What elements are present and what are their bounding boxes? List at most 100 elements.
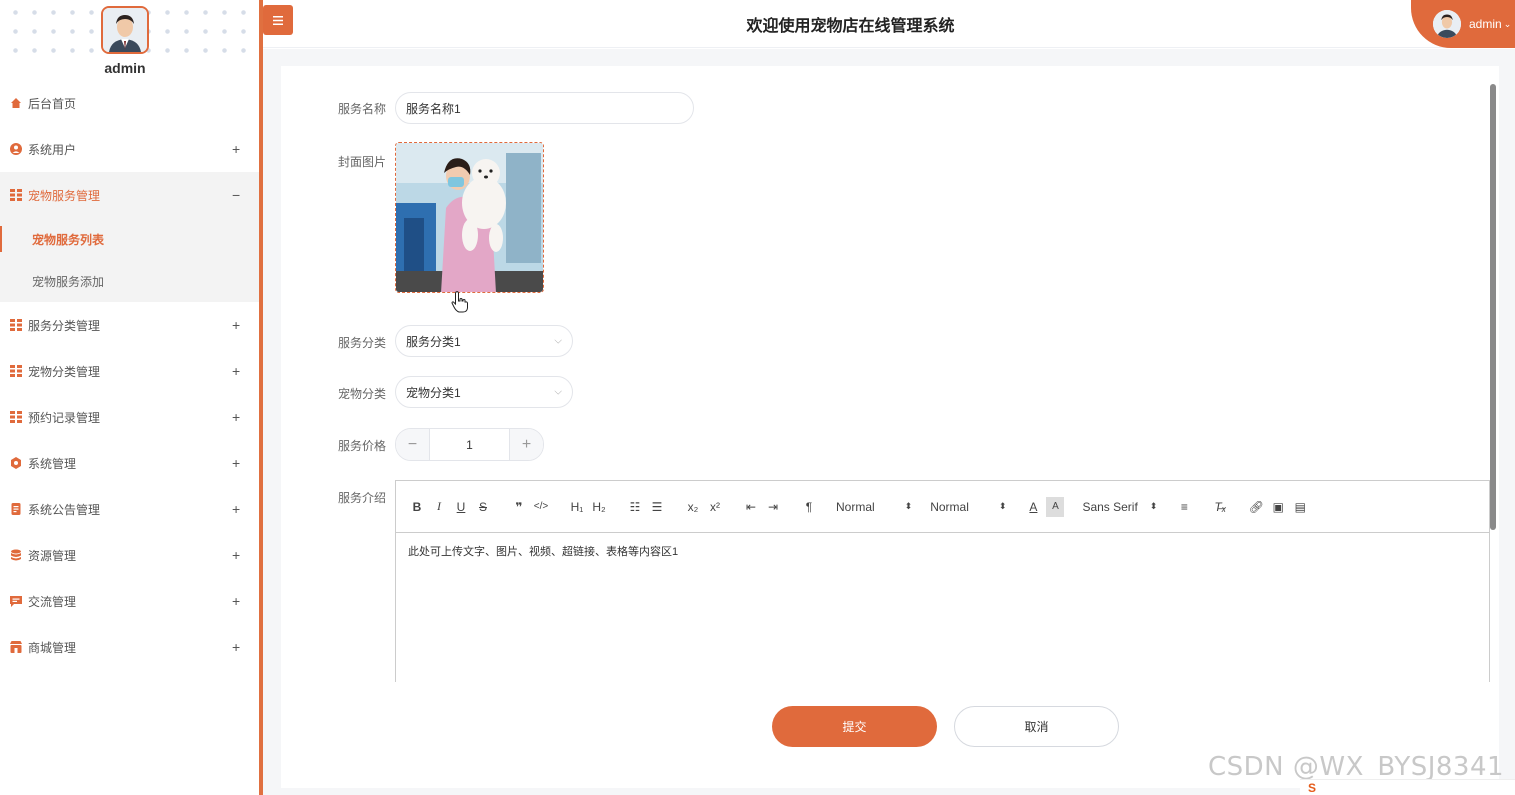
service-name-input[interactable]: 服务名称1 xyxy=(395,92,694,124)
sidebar-item-appointment-management[interactable]: 预约记录管理 + xyxy=(0,394,259,440)
hand-cursor-icon xyxy=(451,291,468,313)
indent-icon[interactable]: ⇥ xyxy=(764,497,782,517)
submit-button[interactable]: 提交 xyxy=(772,706,937,747)
code-block-icon[interactable]: </> xyxy=(532,497,550,517)
sidebar-item-label: 系统管理 xyxy=(28,456,77,471)
font-family-select[interactable]: Sans Serif ⬍ xyxy=(1082,497,1157,517)
image-icon[interactable]: ▣ xyxy=(1269,497,1287,517)
pet-category-value: 宠物分类1 xyxy=(406,385,461,400)
heading2-icon[interactable]: H₂ xyxy=(590,497,608,517)
expand-icon[interactable]: + xyxy=(232,593,240,609)
expand-icon[interactable]: + xyxy=(232,547,240,563)
service-name-label: 服务名称 xyxy=(337,102,386,116)
sidebar-item-label: 系统用户 xyxy=(28,142,77,157)
expand-icon[interactable]: + xyxy=(232,639,240,655)
service-intro-label: 服务介绍 xyxy=(337,491,386,505)
heading1-icon[interactable]: H₁ xyxy=(568,497,586,517)
grid-icon xyxy=(9,189,22,202)
blockquote-icon[interactable]: ❞ xyxy=(510,497,528,517)
ime-toolbar: S xyxy=(1300,779,1515,795)
sidebar-item-home[interactable]: 后台首页 xyxy=(0,80,259,126)
header-format-value: Normal xyxy=(836,499,875,514)
cancel-button[interactable]: 取消 xyxy=(954,706,1119,747)
sidebar-item-label: 商城管理 xyxy=(28,640,77,655)
expand-icon[interactable]: + xyxy=(232,455,240,471)
header-username: admin xyxy=(1469,17,1502,31)
scrollbar[interactable] xyxy=(1490,84,1496,530)
expand-icon[interactable]: + xyxy=(232,501,240,517)
bold-icon[interactable]: B xyxy=(408,497,426,517)
sidebar-subitem-service-add[interactable]: 宠物服务添加 xyxy=(0,260,259,302)
sidebar-item-label: 系统公告管理 xyxy=(28,502,101,517)
sidebar-item-resource-management[interactable]: 资源管理 + xyxy=(0,532,259,578)
link-icon[interactable]: 🔗︎ xyxy=(1247,497,1265,517)
background-color-icon[interactable]: A xyxy=(1046,496,1065,517)
submenu-pet-service: 宠物服务列表 宠物服务添加 xyxy=(0,218,259,302)
bullet-list-icon[interactable]: ☰ xyxy=(648,497,666,517)
sidebar-item-label: 宠物分类管理 xyxy=(28,364,101,379)
grid-icon xyxy=(9,411,22,424)
database-icon xyxy=(9,549,22,562)
sidebar-item-pet-category-management[interactable]: 宠物分类管理 + xyxy=(0,348,259,394)
clear-format-icon[interactable]: T̶ₓ xyxy=(1211,497,1229,517)
text-direction-icon[interactable]: ¶ xyxy=(800,497,818,517)
increment-button[interactable]: + xyxy=(510,429,543,460)
align-icon[interactable]: ≡ xyxy=(1175,497,1193,517)
video-icon[interactable]: ▤ xyxy=(1291,497,1309,517)
price-input[interactable]: 1 xyxy=(429,429,510,460)
chat-icon xyxy=(9,595,22,608)
strikethrough-icon[interactable]: S xyxy=(474,497,492,517)
sidebar-item-mall-management[interactable]: 商城管理 + xyxy=(0,624,259,670)
sidebar-item-system-users[interactable]: 系统用户 + xyxy=(0,126,259,172)
sidebar-item-system-management[interactable]: 系统管理 + xyxy=(0,440,259,486)
pet-category-select[interactable]: 宠物分类1 ⌵ xyxy=(395,376,573,408)
subscript-icon[interactable]: x₂ xyxy=(684,497,702,517)
sidebar: admin 后台首页 系统用户 + 宠物服务管理 − 宠物服务列表 宠物服务添加 xyxy=(0,0,259,795)
price-stepper: − 1 + xyxy=(395,428,544,461)
cover-image-label: 封面图片 xyxy=(337,155,386,169)
expand-icon[interactable]: + xyxy=(232,317,240,333)
sidebar-item-pet-service-management[interactable]: 宠物服务管理 − xyxy=(0,172,259,218)
font-size-select[interactable]: Normal ⬍ xyxy=(930,497,1006,517)
select-arrows-icon: ⬍ xyxy=(904,501,913,511)
grid-icon xyxy=(9,319,22,332)
sidebar-username: admin xyxy=(104,60,146,76)
cover-image-upload[interactable] xyxy=(395,142,544,293)
sidebar-item-announcement-management[interactable]: 系统公告管理 + xyxy=(0,486,259,532)
header-format-select[interactable]: Normal ⬍ xyxy=(836,497,912,517)
expand-icon[interactable]: + xyxy=(232,363,240,379)
sidebar-item-service-category-management[interactable]: 服务分类管理 + xyxy=(0,302,259,348)
service-category-select[interactable]: 服务分类1 ⌵ xyxy=(395,325,573,357)
chevron-down-icon: ⌄ xyxy=(1503,18,1512,29)
decrement-button[interactable]: − xyxy=(396,429,429,460)
sidebar-item-label: 宠物服务管理 xyxy=(28,188,101,203)
ime-logo-icon: S xyxy=(1308,780,1317,795)
editor-content[interactable]: 此处可上传文字、图片、视频、超链接、表格等内容区1 xyxy=(396,533,1489,569)
select-arrows-icon: ⬍ xyxy=(1149,501,1158,511)
sidebar-avatar[interactable] xyxy=(101,6,149,54)
ordered-list-icon[interactable]: ☷ xyxy=(626,497,644,517)
underline-icon[interactable]: U xyxy=(452,497,470,517)
sidebar-item-label: 交流管理 xyxy=(28,594,77,609)
expand-icon[interactable]: + xyxy=(232,409,240,425)
sidebar-item-communication-management[interactable]: 交流管理 + xyxy=(0,578,259,624)
service-price-label: 服务价格 xyxy=(337,439,386,453)
page-title: 欢迎使用宠物店在线管理系统 xyxy=(746,18,955,35)
editor-toolbar: B I U S ❞ </> H₁ H₂ ☷ ☰ x₂ x² ⇤ ⇥ ¶ Norm… xyxy=(396,481,1489,533)
outdent-icon[interactable]: ⇤ xyxy=(742,497,760,517)
expand-icon[interactable]: + xyxy=(232,141,240,157)
sidebar-subitem-service-list[interactable]: 宠物服务列表 xyxy=(0,218,259,260)
chevron-down-icon: ⌵ xyxy=(554,335,562,347)
shop-icon xyxy=(9,641,22,654)
settings-icon xyxy=(9,457,22,470)
collapse-icon[interactable]: − xyxy=(232,187,240,203)
service-category-label: 服务分类 xyxy=(337,336,386,350)
pet-category-label: 宠物分类 xyxy=(337,387,386,401)
document-icon xyxy=(9,503,22,516)
superscript-icon[interactable]: x² xyxy=(706,497,724,517)
italic-icon[interactable]: I xyxy=(430,497,448,517)
font-color-icon[interactable]: A xyxy=(1024,497,1042,517)
grid-icon xyxy=(9,365,22,378)
font-family-value: Sans Serif xyxy=(1082,499,1138,514)
sidebar-item-label: 后台首页 xyxy=(28,96,77,111)
